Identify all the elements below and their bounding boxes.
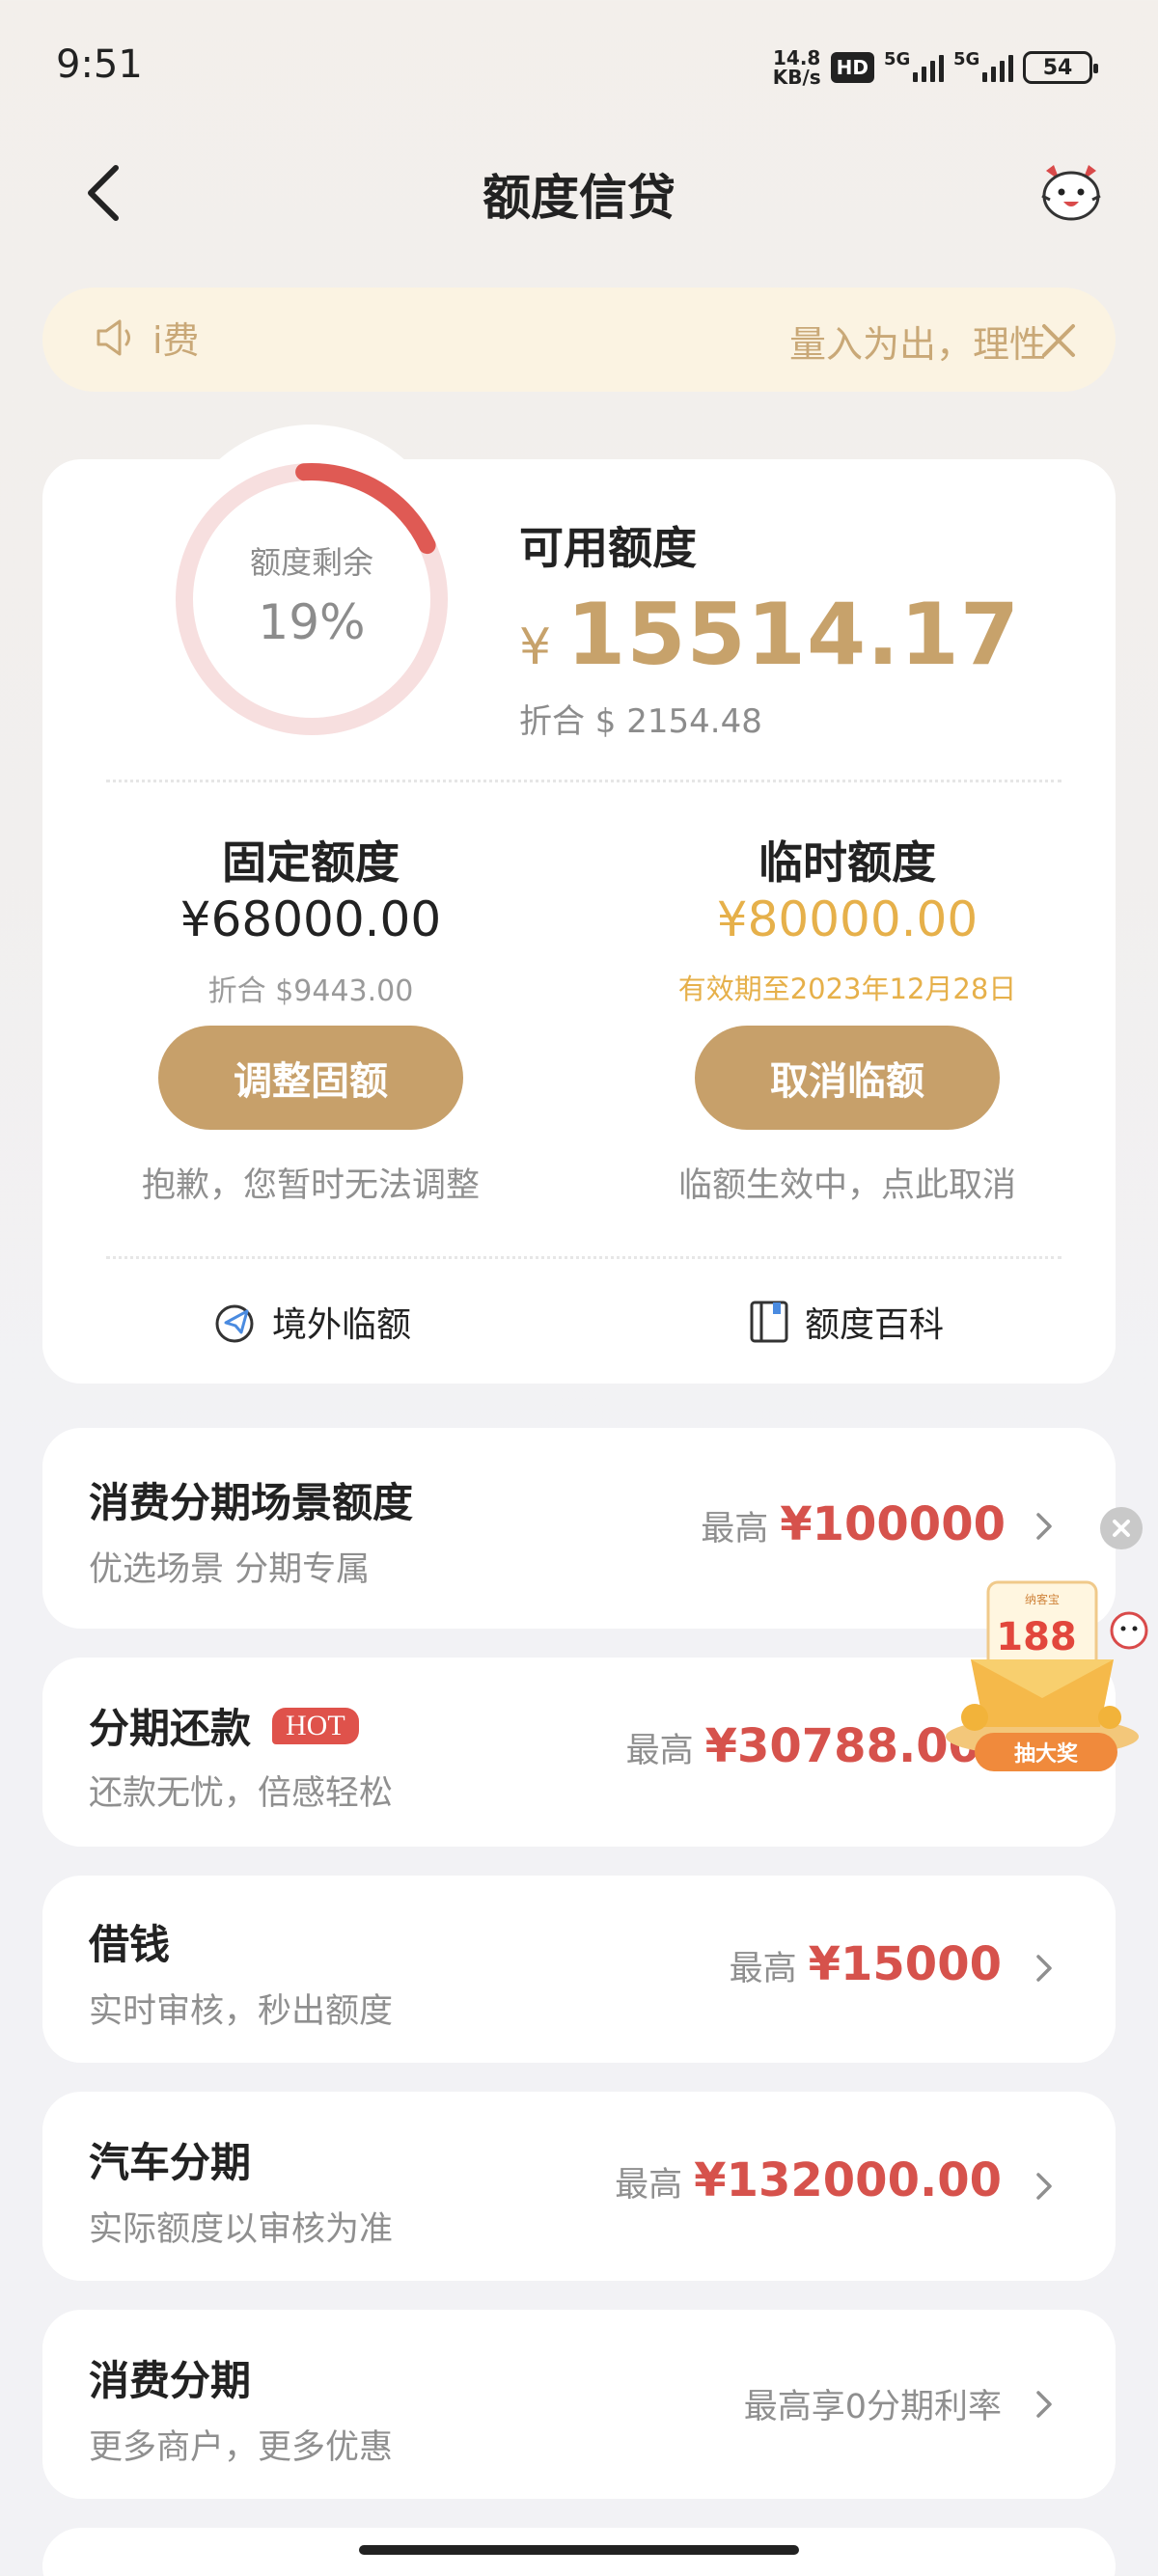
temp-quota-expiry: 有效期至2023年12月28日: [677, 973, 1017, 1005]
notice-right-text: 量入为出，理性: [789, 323, 1047, 366]
fixed-quota-converted: 折合 $9443.00: [207, 974, 414, 1008]
notice-left: i费: [95, 311, 200, 364]
signal-label: 5G: [953, 49, 980, 69]
promo-amount: 188: [996, 1615, 1077, 1659]
promo-top-text: 纳客宝: [1025, 1592, 1060, 1606]
divider: [106, 1256, 1062, 1259]
fixed-quota-note: 抱歉，您暂时无法调整: [141, 1166, 480, 1205]
quota-wiki-link[interactable]: 额度百科: [749, 1297, 944, 1347]
promo-close-button[interactable]: [1100, 1507, 1143, 1549]
close-icon: [1042, 324, 1075, 357]
row-title: 分期还款 HOT: [89, 1696, 359, 1755]
available-label: 可用额度: [519, 522, 697, 574]
row-title: 汽车分期: [89, 2130, 251, 2189]
list-item[interactable]: 汽车分期 实际额度以审核为准 最高 ¥132000.00: [42, 2092, 1116, 2281]
speaker-icon: [96, 319, 130, 355]
row-title-text: 分期还款: [89, 1705, 252, 1752]
row-text: 最高享0分期利率: [743, 2388, 1002, 2426]
book-icon: [750, 1301, 788, 1343]
list-item[interactable]: 借钱 实时审核，秒出额度 最高 ¥15000: [42, 1876, 1116, 2063]
signal-label: 5G: [884, 49, 911, 69]
chevron-right-icon: [1036, 2173, 1052, 2200]
chevron-right-icon: [1036, 1955, 1052, 1982]
ring-percent: 19%: [258, 594, 366, 650]
row-amount: ¥100000: [780, 1497, 1006, 1551]
hd-icon: HD: [830, 52, 874, 83]
available-converted: 折合 $ 2154.48: [519, 702, 762, 741]
close-icon: [1113, 1520, 1130, 1537]
plane-globe-icon: [215, 1304, 254, 1343]
row-subtitle: 还款无忧，倍感轻松: [89, 1774, 394, 1813]
adjust-fixed-button[interactable]: 调整固额: [158, 1026, 463, 1130]
row-title: 消费分期场景额度: [89, 1470, 413, 1529]
quota-wiki-label: 额度百科: [805, 1305, 945, 1345]
row-amount: ¥15000: [808, 1937, 1002, 1991]
row-title-text: 借钱: [89, 1921, 171, 1968]
currency-symbol: ¥: [519, 618, 552, 676]
temp-quota-title: 临时额度: [758, 836, 936, 889]
fixed-quota-title: 固定额度: [222, 836, 400, 889]
notice-left-text: i费: [152, 319, 200, 362]
overseas-temp-link[interactable]: 境外临额: [212, 1297, 411, 1347]
page-title: 额度信贷: [482, 170, 676, 226]
status-time: 9:51: [56, 42, 143, 87]
row-prefix: 最高: [615, 2166, 683, 2205]
row-title-text: 消费分期: [89, 2357, 252, 2404]
signal-icon: 5G: [884, 49, 944, 82]
network-speed: 14.8 KB/s: [773, 48, 821, 87]
list-item[interactable]: 消费分期 更多商户，更多优惠 最高享0分期利率: [42, 2310, 1116, 2499]
divider: [106, 780, 1062, 782]
row-title: 消费分期: [89, 2348, 251, 2407]
row-value: 最高 ¥100000: [701, 1497, 1006, 1551]
hot-badge: HOT: [272, 1707, 359, 1744]
temp-quota-amount: ¥80000.00: [716, 891, 979, 947]
row-prefix: 最高: [701, 1510, 769, 1548]
row-prefix: 最高: [729, 1950, 797, 1988]
chevron-right-icon: [1036, 2391, 1052, 2418]
row-value: 最高享0分期利率: [744, 2379, 1002, 2428]
net-speed-unit: KB/s: [772, 66, 821, 89]
cancel-temp-button[interactable]: 取消临额: [695, 1026, 1000, 1130]
row-title-text: 消费分期场景额度: [89, 1479, 414, 1526]
row-value: 最高 ¥132000.00: [615, 2153, 1002, 2207]
row-subtitle: 更多商户，更多优惠: [89, 2428, 394, 2467]
row-subtitle: 实际额度以审核为准: [89, 2210, 394, 2249]
chevron-right-icon: [1036, 1513, 1052, 1540]
available-amount: ¥ 15514.17: [519, 585, 1020, 684]
mascot-button[interactable]: [1036, 157, 1106, 227]
notice-close-button[interactable]: [1038, 320, 1079, 361]
row-subtitle: 实时审核，秒出额度: [89, 1992, 394, 2031]
battery-icon: 54: [1023, 51, 1098, 84]
quota-ring-arc: [295, 462, 436, 555]
row-amount: ¥132000.00: [694, 2153, 1002, 2207]
mascot-icon: [1041, 165, 1101, 221]
home-indicator[interactable]: [359, 2545, 799, 2555]
row-title: 借钱: [89, 1912, 170, 1971]
row-title-text: 汽车分期: [89, 2139, 252, 2186]
row-prefix: 最高: [625, 1732, 694, 1770]
signal-icon: 5G: [953, 49, 1013, 82]
fixed-quota-amount: ¥68000.00: [179, 891, 442, 947]
available-amount-value: 15514.17: [566, 585, 1021, 684]
status-icons: 14.8 KB/s HD 5G 5G 54: [773, 48, 1098, 87]
draw-prize-button[interactable]: 抽大奖: [975, 1733, 1117, 1771]
row-subtitle: 优选场景 分期专属: [89, 1550, 371, 1589]
temp-quota-note[interactable]: 临额生效中，点此取消: [606, 1158, 1089, 1207]
ring-label: 额度剩余: [249, 544, 373, 581]
battery-level: 54: [1042, 55, 1073, 80]
row-value: 最高 ¥30788.00: [626, 1719, 980, 1773]
overseas-temp-label: 境外临额: [272, 1305, 412, 1345]
notice-bar[interactable]: i费 量入为出，理性: [42, 288, 1116, 392]
row-value: 最高 ¥15000: [730, 1937, 1002, 1991]
net-speed-value: 14.8: [773, 46, 821, 69]
